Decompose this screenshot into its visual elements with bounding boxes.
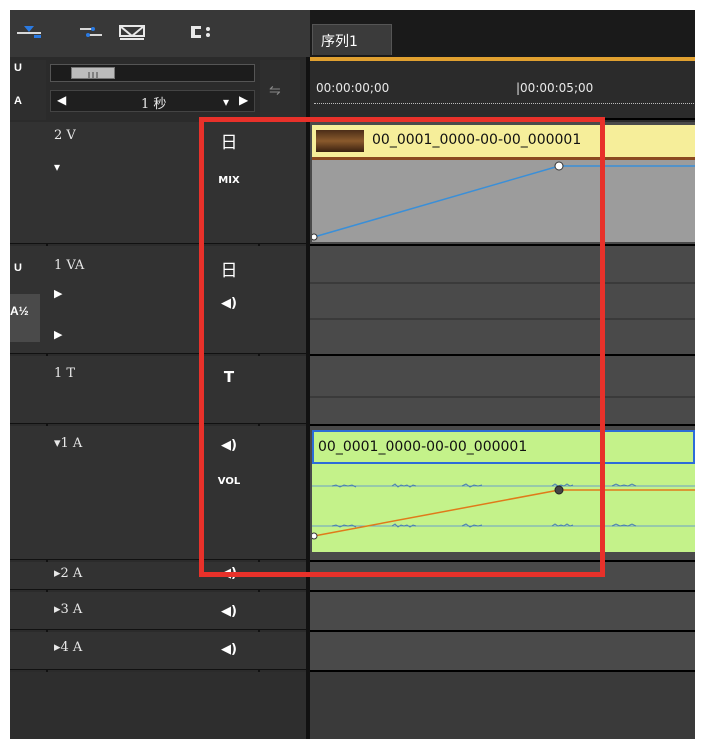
- expand-video-icon[interactable]: ▶: [54, 287, 62, 300]
- track-name-4a: ▸4 A: [54, 640, 83, 655]
- time-ruler[interactable]: 00:00:00;00 |00:00:05;00: [310, 61, 695, 120]
- lane-3a[interactable]: [310, 592, 695, 630]
- track-name-2a: ▸2 A: [54, 566, 83, 581]
- ruler-ticks: [314, 101, 694, 104]
- track-name-1va: 1 VA: [54, 258, 85, 273]
- tab-sequence-1[interactable]: 序列1: [312, 24, 392, 55]
- v-toggle-label[interactable]: U: [14, 62, 22, 74]
- timecode-5s: |00:00:05;00: [516, 81, 594, 95]
- a-toggle-label[interactable]: A: [14, 95, 22, 107]
- track-name-3a: ▸3 A: [54, 602, 83, 617]
- snap-icon[interactable]: ⇋: [269, 82, 281, 99]
- split-track-icon[interactable]: [78, 24, 104, 40]
- zoom-level-value: 1 秒: [141, 97, 167, 112]
- sync-lock-icon[interactable]: [188, 23, 216, 41]
- speaker-icon[interactable]: ◀): [216, 604, 242, 619]
- chevron-down-icon[interactable]: ▾: [223, 95, 229, 109]
- speaker-icon[interactable]: ◀): [216, 642, 242, 657]
- expand-audio-icon[interactable]: ▶: [54, 328, 62, 341]
- va-v-patch[interactable]: U: [14, 262, 22, 274]
- chevron-down-icon[interactable]: ▾: [54, 160, 60, 174]
- marker-icon[interactable]: [118, 23, 146, 41]
- tab-sequence-label: 序列1: [321, 34, 358, 50]
- lane-empty: [310, 672, 695, 739]
- link-track-icon[interactable]: [16, 24, 42, 38]
- zoom-slider-handle[interactable]: [71, 67, 115, 79]
- zoom-prev-icon[interactable]: ◀: [57, 93, 66, 107]
- track-header-empty: [10, 672, 306, 739]
- snap-area: ⇋: [260, 60, 300, 120]
- timecode-start: 00:00:00;00: [316, 81, 390, 95]
- zoom-next-icon[interactable]: ▶: [239, 93, 248, 107]
- va-a-patch[interactable]: A½: [10, 294, 40, 342]
- lane-4a[interactable]: [310, 632, 695, 670]
- zoom-level-select[interactable]: ◀ 1 秒 ▾ ▶: [50, 90, 255, 112]
- toolbar: [10, 10, 310, 57]
- highlight-box: [199, 117, 605, 577]
- track-name-1a: ▾1 A: [54, 436, 83, 451]
- va-a-patch-label: A½: [10, 304, 29, 318]
- zoom-slider[interactable]: [50, 64, 255, 82]
- track-name-2v: 2 V: [54, 128, 76, 143]
- track-name-1t: 1 T: [54, 366, 76, 381]
